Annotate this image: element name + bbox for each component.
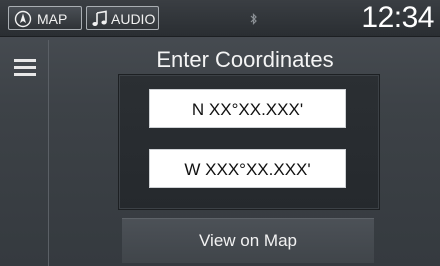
page-title: Enter Coordinates xyxy=(156,47,334,72)
clock: 12:34 xyxy=(361,1,434,34)
latitude-field[interactable]: N XX°XX.XXX' xyxy=(149,89,346,128)
view-on-map-button[interactable]: View on Map xyxy=(122,218,374,263)
longitude-field[interactable]: W XXX°XX.XXX' xyxy=(149,149,346,188)
sidebar-divider xyxy=(48,40,49,266)
audio-source-label: AUDIO xyxy=(111,11,156,27)
nav-screen: MAP AUDIO 12:34 Enter Coordinates N XX°X… xyxy=(0,0,440,266)
compass-icon xyxy=(14,10,32,35)
music-note-icon xyxy=(91,10,109,35)
hamburger-menu-icon[interactable] xyxy=(14,57,36,77)
map-source-label: MAP xyxy=(37,11,68,27)
map-source-button[interactable]: MAP xyxy=(8,6,82,30)
audio-source-button[interactable]: AUDIO xyxy=(86,6,159,30)
bluetooth-icon xyxy=(250,12,258,30)
status-bar: MAP AUDIO 12:34 xyxy=(0,0,440,37)
